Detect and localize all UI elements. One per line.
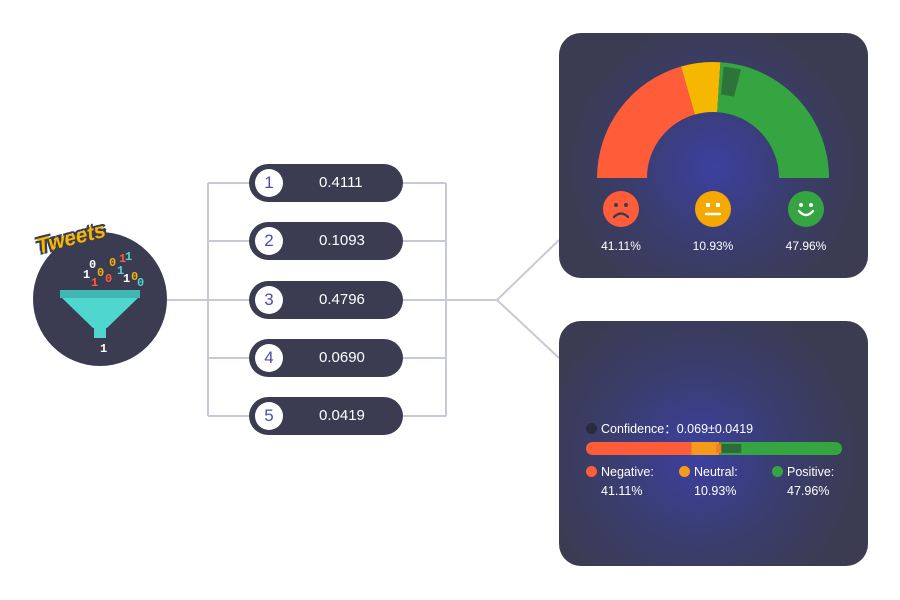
bar-confidence-marker <box>716 444 722 453</box>
legend-positive: Positive: 47.96% <box>772 465 834 498</box>
smile-face-icon <box>788 191 824 227</box>
bit-digit: 0 <box>137 276 144 290</box>
legend-name: Positive: <box>787 465 835 479</box>
score-index: 2 <box>255 227 283 255</box>
negative-percent: 41.11% <box>601 239 641 253</box>
score-value: 0.1093 <box>319 232 365 249</box>
bar-negative-segment <box>586 442 692 455</box>
legend-name: Negative: <box>601 465 654 479</box>
gauge-negative-segment <box>597 66 695 178</box>
score-index: 1 <box>255 169 283 197</box>
confidence-label: Confidence：0.069±0.0419 <box>601 422 754 436</box>
bit-digit: 0 <box>105 272 112 286</box>
bit-digit: 1 <box>83 268 90 282</box>
score-index: 4 <box>255 344 283 372</box>
score-index: 5 <box>255 402 283 430</box>
score-pill-1: 1 0.4111 <box>249 164 403 202</box>
score-pill-4: 4 0.0690 <box>249 339 403 377</box>
legend-value: 41.11% <box>601 484 643 498</box>
legend-negative: Negative: 41.11% <box>586 465 654 498</box>
score-value: 0.0690 <box>319 349 365 366</box>
sentiment-gauge-panel: 41.11% 10.93% 47.96% <box>559 33 868 278</box>
score-index: 3 <box>255 286 283 314</box>
neutral-face-icon <box>695 191 731 227</box>
legend-neutral: Neutral: 10.93% <box>679 465 738 498</box>
bit-digit: 1 <box>100 342 107 356</box>
legend-value: 10.93% <box>694 484 737 498</box>
score-value: 0.4796 <box>319 291 365 308</box>
legend-value: 47.96% <box>787 484 830 498</box>
positive-percent: 47.96% <box>785 239 827 253</box>
score-pill-2: 2 0.1093 <box>249 222 403 260</box>
bit-digit: 1 <box>123 272 130 286</box>
neutral-percent: 10.93% <box>692 239 734 253</box>
legend-dot <box>772 466 783 477</box>
legend-dot <box>679 466 690 477</box>
frown-face-icon <box>603 191 639 227</box>
bar-confidence-band <box>721 444 742 453</box>
legend-name: Neutral: <box>694 465 738 479</box>
sentiment-stacked-bar <box>586 442 842 455</box>
confidence-row: Confidence：0.069±0.0419 <box>586 418 753 437</box>
bar-neutral-segment <box>691 442 720 455</box>
bit-digit: 1 <box>91 276 98 290</box>
bit-digit: 1 <box>125 250 132 264</box>
score-value: 0.0419 <box>319 407 365 424</box>
confidence-dot <box>586 423 597 434</box>
legend-dot <box>586 466 597 477</box>
score-pill-3: 3 0.4796 <box>249 281 403 319</box>
score-pill-5: 5 0.0419 <box>249 397 403 435</box>
confidence-panel: Confidence：0.069±0.0419 Negative: 41.11%… <box>559 321 868 566</box>
score-value: 0.4111 <box>319 174 363 191</box>
bit-digit: 0 <box>109 256 116 270</box>
